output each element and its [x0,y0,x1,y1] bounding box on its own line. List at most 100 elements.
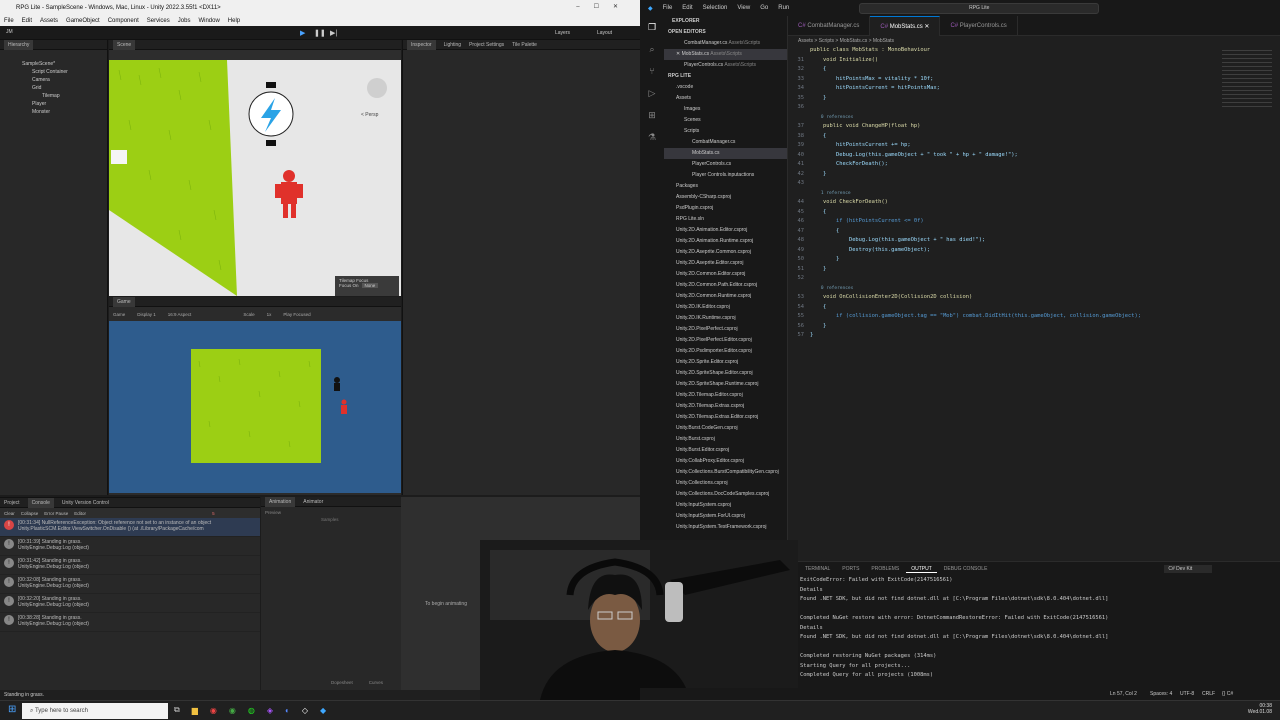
search-icon[interactable]: ⌕ [640,38,664,60]
collapse-button[interactable]: Collapse [21,511,39,516]
aspect-dropdown[interactable]: 16:9 Aspect [168,312,192,317]
tab-ports[interactable]: PORTS [837,566,864,572]
tab-project-settings[interactable]: Project Settings [469,42,504,48]
tab-problems[interactable]: PROBLEMS [866,566,904,572]
console-entry[interactable]: ! [00:31:42] Standing in grass. UnityEngin… [0,556,260,575]
output-channel-dropdown[interactable]: C# Dev Kit [1164,565,1213,573]
file-tree-item[interactable]: Unity.2D.Animation.Editor.csproj [664,225,787,236]
layers-dropdown[interactable]: Layers [555,30,570,36]
vscode-icon[interactable]: ◆ [320,706,326,715]
vs-menu-selection[interactable]: Selection [703,5,728,11]
editor-dropdown[interactable]: Editor [74,511,86,516]
file-tree-item[interactable]: Unity.2D.Aseprite.Common.csproj [664,247,787,258]
source-control-icon[interactable]: ⑂ [640,60,664,82]
tab-lighting[interactable]: Lighting [444,42,462,48]
file-tree-item[interactable]: Unity.2D.Common.Path.Editor.csproj [664,280,787,291]
tab-playercontrols[interactable]: C# PlayerControls.cs [940,16,1018,36]
layout-dropdown[interactable]: Layout [597,30,612,36]
vs-menu-file[interactable]: File [663,5,673,11]
file-tree-item[interactable]: Unity.2D.Tilemap.Editor.csproj [664,390,787,401]
menu-window[interactable]: Window [198,18,219,24]
console-entry-error[interactable]: ! [00:31:34] NullReferenceException: Obj… [0,518,260,537]
file-tree-item[interactable]: Unity.Burst.csproj [664,434,787,445]
workspace-header[interactable]: RPG LITE [664,71,787,82]
vs-menu-go[interactable]: Go [760,5,768,11]
encoding[interactable]: UTF-8 [1180,688,1194,700]
tab-hierarchy[interactable]: Hierarchy [4,39,34,50]
file-tree-item[interactable]: RPG Lite.sln [664,214,787,225]
window-controls[interactable]: –☐✕ [576,3,632,10]
tab-debug-console[interactable]: DEBUG CONSOLE [939,566,993,572]
tab-mobstats[interactable]: C# MobStats.cs ✕ [870,16,941,36]
tab-animation[interactable]: Animation [265,496,296,507]
file-tree-item[interactable]: CombatManager.cs [664,137,787,148]
explorer-icon[interactable]: ❐ [640,16,664,38]
cursor-position[interactable]: Ln 57, Col 2 [1110,688,1137,700]
open-editors-header[interactable]: OPEN EDITORS [664,27,787,38]
file-tree-item[interactable]: Scripts [664,126,787,137]
tab-scene[interactable]: Scene [113,39,136,50]
whatsapp-icon[interactable]: ◍ [248,706,255,715]
taskbar-search[interactable]: ⌕ Type here to search [22,703,168,719]
file-tree-item[interactable]: Unity.InputSystem.TestFramework.csproj [664,522,787,533]
menu-edit[interactable]: Edit [22,18,32,24]
menu-assets[interactable]: Assets [40,18,58,24]
console-entry[interactable]: ! [00:32:08] Standing in grass. UnityEngin… [0,575,260,594]
file-tree-item[interactable]: Unity.Collections.DocCodeSamples.csproj [664,489,787,500]
scene-view[interactable]: < Persp Tilemap Focus Focus On None [109,60,401,296]
tab-version-control[interactable]: Unity Version Control [62,500,109,506]
vs-menu-view[interactable]: View [737,5,750,11]
file-tree-item[interactable]: Unity.2D.Aseprite.Editor.csproj [664,258,787,269]
hierarchy-item[interactable]: Tilemap [0,92,107,100]
menu-help[interactable]: Help [228,18,240,24]
file-tree-item[interactable]: Unity.Collections.csproj [664,478,787,489]
open-editor-item[interactable]: PlayerControls.cs Assets\Scripts [664,60,787,71]
task-view-icon[interactable]: ⧉ [174,705,180,715]
hierarchy-item[interactable]: Player [0,100,107,108]
dopesheet-tab[interactable]: Dopesheet [331,680,353,685]
file-tree-item[interactable]: Assembly-CSharp.csproj [664,192,787,203]
code-editor[interactable]: public class MobStats : MonoBehaviour 31 … [788,46,1280,561]
language-mode[interactable]: {} C# [1222,688,1233,700]
file-tree-item[interactable]: Unity.InputSystem.ForUI.csproj [664,511,787,522]
console-entry[interactable]: ! [00:31:39] Standing in grass. UnityEngin… [0,537,260,556]
file-tree-item[interactable]: Unity.2D.PixelPerfect.Editor.csproj [664,335,787,346]
error-pause-button[interactable]: Error Pause [44,511,68,516]
file-tree-item[interactable]: MobStats.cs [664,148,787,159]
line-endings[interactable]: CRLF [1202,688,1215,700]
system-clock[interactable]: 00:38 Wed.01.08 [1248,703,1272,715]
chrome-icon[interactable]: ◉ [210,706,217,715]
file-tree-item[interactable]: PlayerControls.cs [664,159,787,170]
windows-start-icon[interactable]: ⊞ [8,704,16,715]
persp-label[interactable]: < Persp [361,112,378,118]
close-icon[interactable]: ✕ [676,51,680,57]
tab-game[interactable]: Game [113,296,135,307]
focus-on-dropdown[interactable]: None [361,283,379,288]
extensions-icon[interactable]: ⊞ [640,104,664,126]
account-button[interactable]: JM [6,29,13,35]
file-tree-item[interactable]: Player Controls.inputactions [664,170,787,181]
file-tree-item[interactable]: Unity.2D.Tilemap.Extras.Editor.csproj [664,412,787,423]
run-debug-icon[interactable]: ▷ [640,82,664,104]
curves-tab[interactable]: Curves [369,680,383,685]
minimap[interactable] [1222,50,1272,110]
hierarchy-item[interactable]: Monster [0,108,107,116]
file-tree-item[interactable]: Assets [664,93,787,104]
file-tree-item[interactable]: Unity.2D.Animation.Runtime.csproj [664,236,787,247]
file-tree-item[interactable]: Unity.2D.IK.Editor.csproj [664,302,787,313]
step-button[interactable]: ▶| [330,29,337,37]
hierarchy-item[interactable]: Grid [0,84,107,92]
hierarchy-search[interactable] [0,50,107,60]
preview-toggle[interactable]: Preview [265,510,281,515]
scene-orientation-gizmo[interactable] [367,78,387,98]
app-icon[interactable]: ◈ [267,706,273,715]
pause-button[interactable]: ❚❚ [314,29,326,37]
scale-value[interactable]: 1x [267,312,272,317]
hierarchy-item-scene[interactable]: SampleScene* [0,60,107,68]
menu-gameobject[interactable]: GameObject [66,18,100,24]
file-tree-item[interactable]: Images [664,104,787,115]
tab-console[interactable]: Console [27,497,54,508]
file-tree-item[interactable]: Unity.Collections.BurstCompatibilityGen.… [664,467,787,478]
file-tree-item[interactable]: .vscode [664,82,787,93]
file-tree-item[interactable]: Unity.2D.Tilemap.Extras.csproj [664,401,787,412]
